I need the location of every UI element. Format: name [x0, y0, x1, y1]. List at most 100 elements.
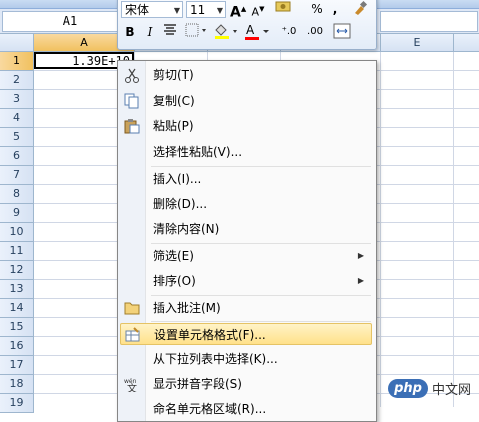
row-header-4[interactable]: 4 — [0, 109, 34, 128]
paste-icon — [124, 119, 140, 134]
comment-icon — [124, 302, 140, 315]
copy-icon — [124, 93, 139, 109]
submenu-arrow-icon: ▶ — [357, 276, 364, 285]
select-all-corner[interactable] — [0, 34, 34, 52]
menu-separator — [151, 243, 371, 244]
menu-separator — [151, 295, 371, 296]
menu-item-label: 粘贴(P) — [153, 119, 194, 133]
row-header-16[interactable]: 16 — [0, 337, 34, 356]
formula-input[interactable] — [380, 11, 478, 32]
paint-bucket-icon — [215, 24, 237, 39]
menu-item-paste-special[interactable]: 选择性粘贴(V)... — [120, 141, 372, 163]
menu-item-label: 清除内容(N) — [153, 222, 220, 236]
row-header-9[interactable]: 9 — [0, 204, 34, 223]
submenu-arrow-icon: ▶ — [357, 251, 364, 260]
row-header-19[interactable]: 19 — [0, 394, 34, 413]
menu-item-label: 筛选(E) — [153, 249, 194, 263]
currency-format-button[interactable] — [274, 0, 294, 18]
center-align-button[interactable] — [162, 23, 178, 41]
row-header-14[interactable]: 14 — [0, 299, 34, 318]
shrink-font-label: A — [251, 5, 260, 19]
menu-item-label: 选择性粘贴(V)... — [153, 145, 243, 159]
menu-item-clear-contents[interactable]: 清除内容(N) — [120, 218, 372, 240]
row-header-6[interactable]: 6 — [0, 147, 34, 166]
menu-item-paste[interactable]: 粘贴(P) — [120, 115, 372, 137]
font-color-swatch — [245, 37, 259, 40]
align-center-icon — [164, 24, 176, 35]
menu-item-label: 删除(D)... — [153, 197, 208, 211]
column-header-f[interactable] — [454, 34, 479, 52]
shrink-font-button[interactable]: A▼ — [250, 0, 266, 19]
font-size-value: 11 — [190, 3, 206, 17]
row-header-17[interactable]: 17 — [0, 356, 34, 375]
row-header-13[interactable]: 13 — [0, 280, 34, 299]
mini-toolbar: 宋体 ▼ 11 ▼ A▲ A▼ % , B I A ⁺.0 .00 — [117, 0, 377, 50]
watermark-text: 中文网 — [431, 382, 471, 398]
column-header-e[interactable]: E — [381, 34, 454, 52]
menu-item-copy[interactable]: 复制(C) — [120, 90, 372, 112]
merge-cells-icon — [333, 23, 351, 39]
pinyin-icon: wén文 — [124, 378, 137, 392]
row-header-15[interactable]: 15 — [0, 318, 34, 337]
menu-item-cut[interactable]: 剪切(T) — [120, 64, 372, 86]
menu-item-define-name[interactable]: 命名单元格区域(R)... — [120, 398, 372, 420]
row-header-5[interactable]: 5 — [0, 128, 34, 147]
menu-item-label: 排序(O) — [153, 274, 196, 288]
comma-button[interactable]: , — [330, 0, 340, 18]
row-header-8[interactable]: 8 — [0, 185, 34, 204]
row-header-3[interactable]: 3 — [0, 90, 34, 109]
menu-item-delete[interactable]: 删除(D)... — [120, 193, 372, 215]
borders-icon — [185, 23, 206, 37]
decrease-decimal-button[interactable]: .00 — [304, 23, 326, 41]
menu-item-sort[interactable]: 排序(O) ▶ — [120, 270, 372, 292]
merge-center-button[interactable] — [332, 23, 352, 41]
font-color-button[interactable]: A — [244, 23, 272, 41]
row-header-12[interactable]: 12 — [0, 261, 34, 280]
format-cells-icon — [125, 327, 140, 342]
font-name-value: 宋体 — [125, 3, 150, 17]
format-painter-button[interactable] — [350, 0, 370, 18]
font-size-combo[interactable]: 11 ▼ — [186, 1, 226, 18]
row-header-1[interactable]: 1 — [0, 52, 34, 71]
menu-item-filter[interactable]: 筛选(E) ▶ — [120, 245, 372, 267]
chevron-down-icon: ▼ — [216, 6, 223, 15]
chevron-down-icon: ▼ — [173, 6, 180, 15]
menu-separator — [151, 321, 371, 322]
row-header-18[interactable]: 18 — [0, 375, 34, 394]
menu-item-label: 插入批注(M) — [153, 301, 221, 315]
svg-text:文: 文 — [127, 382, 137, 392]
menu-item-show-pinyin[interactable]: wén 文 显示拼音字段(S) — [120, 373, 372, 395]
menu-item-pick-from-list[interactable]: 从下拉列表中选择(K)... — [120, 348, 372, 370]
scissors-icon — [125, 68, 139, 83]
row-header-10[interactable]: 10 — [0, 223, 34, 242]
menu-item-label: 设置单元格格式(F)... — [154, 328, 266, 342]
bold-button[interactable]: B — [122, 23, 138, 41]
grow-font-button[interactable]: A▲ — [230, 0, 246, 21]
grow-font-label: A — [230, 4, 241, 21]
row-header-2[interactable]: 2 — [0, 71, 34, 90]
menu-item-label: 命名单元格区域(R)... — [153, 402, 267, 416]
menu-item-label: 剪切(T) — [153, 68, 194, 82]
menu-item-label: 显示拼音字段(S) — [153, 377, 242, 391]
font-name-combo[interactable]: 宋体 ▼ — [121, 1, 183, 18]
row-header-11[interactable]: 11 — [0, 242, 34, 261]
brush-icon — [355, 0, 368, 15]
watermark: php 中文网 — [388, 375, 471, 401]
borders-button[interactable] — [184, 23, 208, 41]
grid-line — [453, 52, 454, 407]
menu-item-insert-comment[interactable]: 插入批注(M) — [120, 297, 372, 319]
menu-separator — [151, 166, 371, 167]
fill-color-button[interactable] — [212, 23, 240, 41]
menu-item-label: 复制(C) — [153, 94, 195, 108]
menu-item-label: 插入(I)... — [153, 172, 202, 186]
row-header-7[interactable]: 7 — [0, 166, 34, 185]
menu-item-insert[interactable]: 插入(I)... — [120, 168, 372, 190]
chevron-down-icon — [263, 30, 269, 33]
context-menu: 剪切(T) 复制(C) 粘贴(P) 选择性粘贴(V)... 插入(I)... 删… — [117, 60, 377, 422]
italic-button[interactable]: I — [142, 23, 158, 41]
increase-decimal-button[interactable]: ⁺.0 — [278, 23, 300, 41]
percent-button[interactable]: % — [310, 0, 324, 18]
watermark-logo: php — [388, 378, 428, 398]
currency-icon — [275, 1, 291, 12]
menu-item-format-cells[interactable]: 设置单元格格式(F)... — [120, 323, 372, 345]
